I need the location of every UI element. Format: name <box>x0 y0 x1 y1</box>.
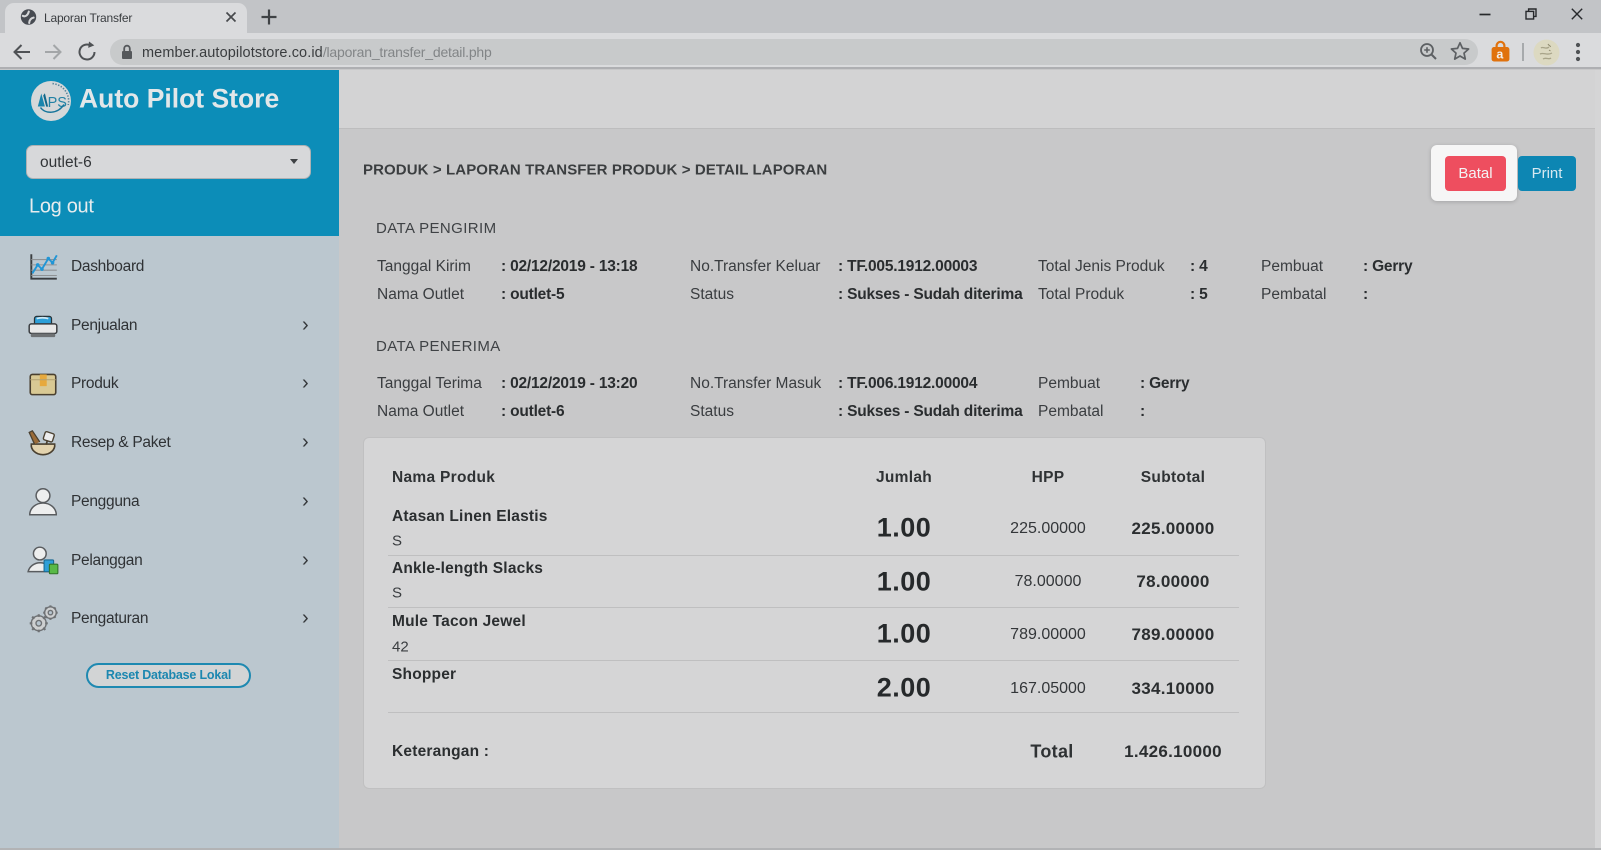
svg-text:PS: PS <box>48 95 67 111</box>
svg-text:a: a <box>1496 48 1504 62</box>
